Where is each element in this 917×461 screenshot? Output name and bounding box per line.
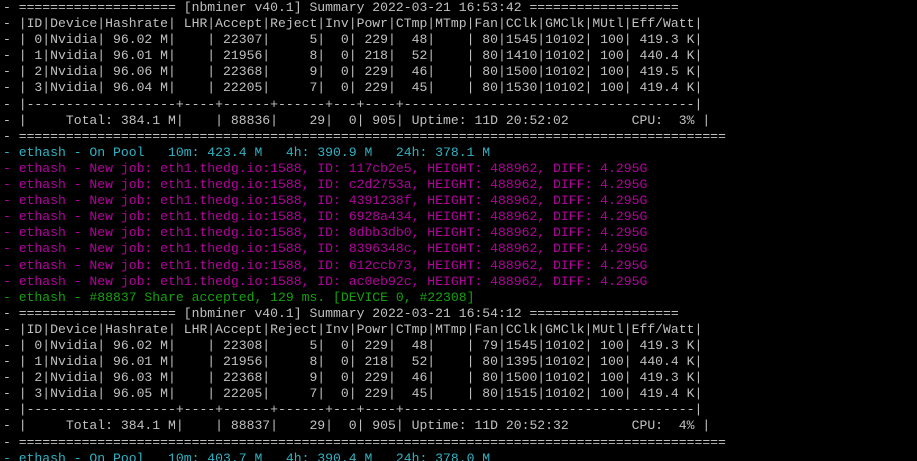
pool-hashrate-line: - ethash - On Pool 10m: 423.4 M 4h: 390.…: [3, 144, 491, 160]
new-job-line: - ethash - New job: eth1.thedg.io:1588, …: [3, 273, 648, 289]
share-accepted-line: - ethash - #88837 Share accepted, 129 ms…: [3, 289, 475, 305]
new-job-line: - ethash - New job: eth1.thedg.io:1588, …: [3, 241, 648, 257]
table-header-row: - |ID|Device|Hashrate| LHR|Accept|Reject…: [3, 321, 703, 337]
table-total-row: - | Total: 384.1 M| | 88837| 29| 0| 905|…: [3, 418, 711, 434]
terminal-window[interactable]: - ==================== [nbminer v40.1] S…: [0, 0, 917, 461]
table-row: - | 2|Nvidia| 96.06 M| | 22368| 9| 0| 22…: [3, 64, 703, 80]
table-row: - | 3|Nvidia| 96.04 M| | 22205| 7| 0| 22…: [3, 80, 703, 96]
new-job-line: - ethash - New job: eth1.thedg.io:1588, …: [3, 209, 648, 225]
table-row: - | 1|Nvidia| 96.01 M| | 21956| 8| 0| 21…: [3, 354, 703, 370]
table-row: - | 1|Nvidia| 96.01 M| | 21956| 8| 0| 21…: [3, 48, 703, 64]
summary-header-line: - ==================== [nbminer v40.1] S…: [3, 305, 679, 321]
new-job-line: - ethash - New job: eth1.thedg.io:1588, …: [3, 177, 648, 193]
table-row: - | 0|Nvidia| 96.02 M| | 22308| 5| 0| 22…: [3, 337, 703, 353]
table-row: - | 2|Nvidia| 96.03 M| | 22368| 9| 0| 22…: [3, 370, 703, 386]
table-total-row: - | Total: 384.1 M| | 88836| 29| 0| 905|…: [3, 112, 711, 128]
new-job-line: - ethash - New job: eth1.thedg.io:1588, …: [3, 257, 648, 273]
table-separator: - |-------------------+----+------+-----…: [3, 96, 703, 112]
summary-footer-line: - ======================================…: [3, 128, 726, 144]
table-separator: - |-------------------+----+------+-----…: [3, 402, 703, 418]
summary-footer-line: - ======================================…: [3, 434, 726, 450]
table-header-row: - |ID|Device|Hashrate| LHR|Accept|Reject…: [3, 16, 703, 32]
summary-header-line: - ==================== [nbminer v40.1] S…: [3, 0, 679, 15]
new-job-line: - ethash - New job: eth1.thedg.io:1588, …: [3, 225, 648, 241]
new-job-line: - ethash - New job: eth1.thedg.io:1588, …: [3, 160, 648, 176]
new-job-line: - ethash - New job: eth1.thedg.io:1588, …: [3, 193, 648, 209]
table-row: - | 3|Nvidia| 96.05 M| | 22205| 7| 0| 22…: [3, 386, 703, 402]
table-row: - | 0|Nvidia| 96.02 M| | 22307| 5| 0| 22…: [3, 32, 703, 48]
pool-hashrate-line: - ethash - On Pool 10m: 403.7 M 4h: 390.…: [3, 450, 491, 461]
